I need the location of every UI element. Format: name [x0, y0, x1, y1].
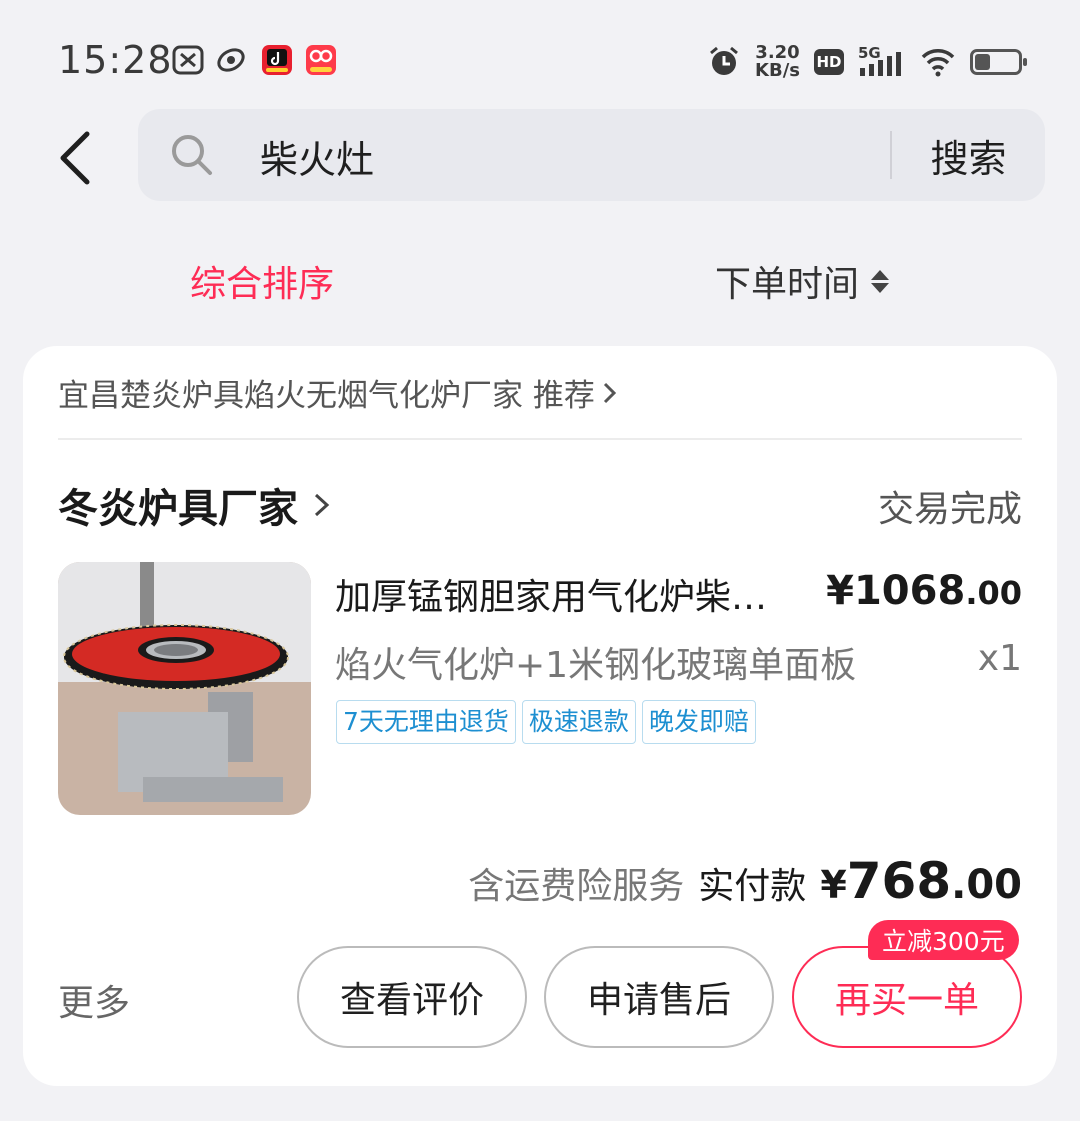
- service-tags: 7天无理由退货 极速退款 晚发即赔: [336, 700, 756, 744]
- status-bar: 15:28 3.20 KB/s HD 5G: [0, 0, 1080, 110]
- back-button[interactable]: [40, 118, 110, 198]
- battery-level: [975, 54, 990, 70]
- search-button[interactable]: 搜索: [892, 109, 1045, 201]
- service-tag: 7天无理由退货: [336, 700, 516, 744]
- back-arrow-icon: [60, 131, 90, 185]
- live-app-icon: [306, 45, 336, 75]
- discount-badge: 立减300元: [868, 920, 1019, 960]
- chevron-right-icon: [314, 493, 330, 517]
- status-indicators: 3.20 KB/s HD 5G: [707, 40, 1027, 84]
- product-quantity: x1: [977, 638, 1022, 679]
- tab-comprehensive-sort[interactable]: 综合排序: [190, 255, 334, 307]
- tab-order-time[interactable]: 下单时间: [715, 255, 890, 307]
- search-query: 柴火灶: [260, 138, 375, 182]
- order-card: 宜昌楚炎炉具焰火无烟气化炉厂家 推荐 冬炎炉具厂家 交易完成 加厚锰钢胆家用气化…: [23, 346, 1057, 1086]
- product-title[interactable]: 加厚锰钢胆家用气化炉柴火灶: [335, 568, 785, 620]
- net-speed: 3.20 KB/s: [755, 44, 800, 80]
- order-status: 交易完成: [877, 489, 1022, 530]
- recommend-link[interactable]: 宜昌楚炎炉具焰火无烟气化炉厂家 推荐: [58, 370, 619, 415]
- payment-currency: ¥: [820, 863, 847, 907]
- payment-note: 含运费险服务: [468, 866, 685, 907]
- screenshot-app-icon: [172, 45, 204, 75]
- search-icon: [172, 135, 212, 175]
- sort-toggle-icon: [871, 269, 890, 293]
- shop-name: 冬炎炉具厂家: [58, 486, 298, 532]
- divider: [58, 438, 1022, 440]
- service-tag: 晚发即赔: [641, 700, 756, 744]
- payment-amount-cents: .00: [951, 862, 1022, 908]
- douyin-app-icon: [262, 45, 292, 75]
- service-tag: 极速退款: [521, 700, 636, 744]
- payment-summary: 含运费险服务 实付款 ¥768.00: [468, 852, 1022, 910]
- recommend-text: 宜昌楚炎炉具焰火无烟气化炉厂家 推荐: [58, 378, 595, 414]
- chevron-right-icon: [603, 382, 616, 403]
- more-button[interactable]: 更多: [58, 974, 130, 1026]
- wifi-icon: [921, 49, 955, 77]
- after-sale-button[interactable]: 申请售后: [544, 946, 774, 1048]
- net-speed-unit: KB/s: [755, 60, 800, 81]
- tab-order-time-label: 下单时间: [715, 264, 860, 305]
- alarm-icon: [710, 46, 738, 75]
- product-price-main: ¥1068: [826, 568, 966, 614]
- product-spec: 焰火气化炉+1米钢化玻璃单面板: [335, 645, 857, 686]
- battery-icon: [970, 49, 1027, 75]
- product-price: ¥1068.00: [826, 568, 1022, 614]
- payment-amount-main: 768: [846, 852, 952, 910]
- shop-link[interactable]: 冬炎炉具厂家: [58, 476, 332, 534]
- product-price-cents: .00: [965, 574, 1022, 612]
- search-input[interactable]: 柴火灶 搜索: [138, 109, 1045, 201]
- product-image[interactable]: [58, 562, 311, 815]
- view-review-button[interactable]: 查看评价: [297, 946, 527, 1048]
- status-time: 15:28: [58, 38, 173, 82]
- payment-amount: ¥768.00: [820, 852, 1022, 910]
- rebuy-button[interactable]: 再买一单: [792, 946, 1022, 1048]
- hd-badge: HD: [814, 49, 844, 75]
- payment-label: 实付款: [698, 866, 807, 907]
- signal-icon: 5G: [858, 44, 906, 78]
- orbit-app-icon: [217, 48, 245, 72]
- stove-product-photo: [58, 562, 311, 815]
